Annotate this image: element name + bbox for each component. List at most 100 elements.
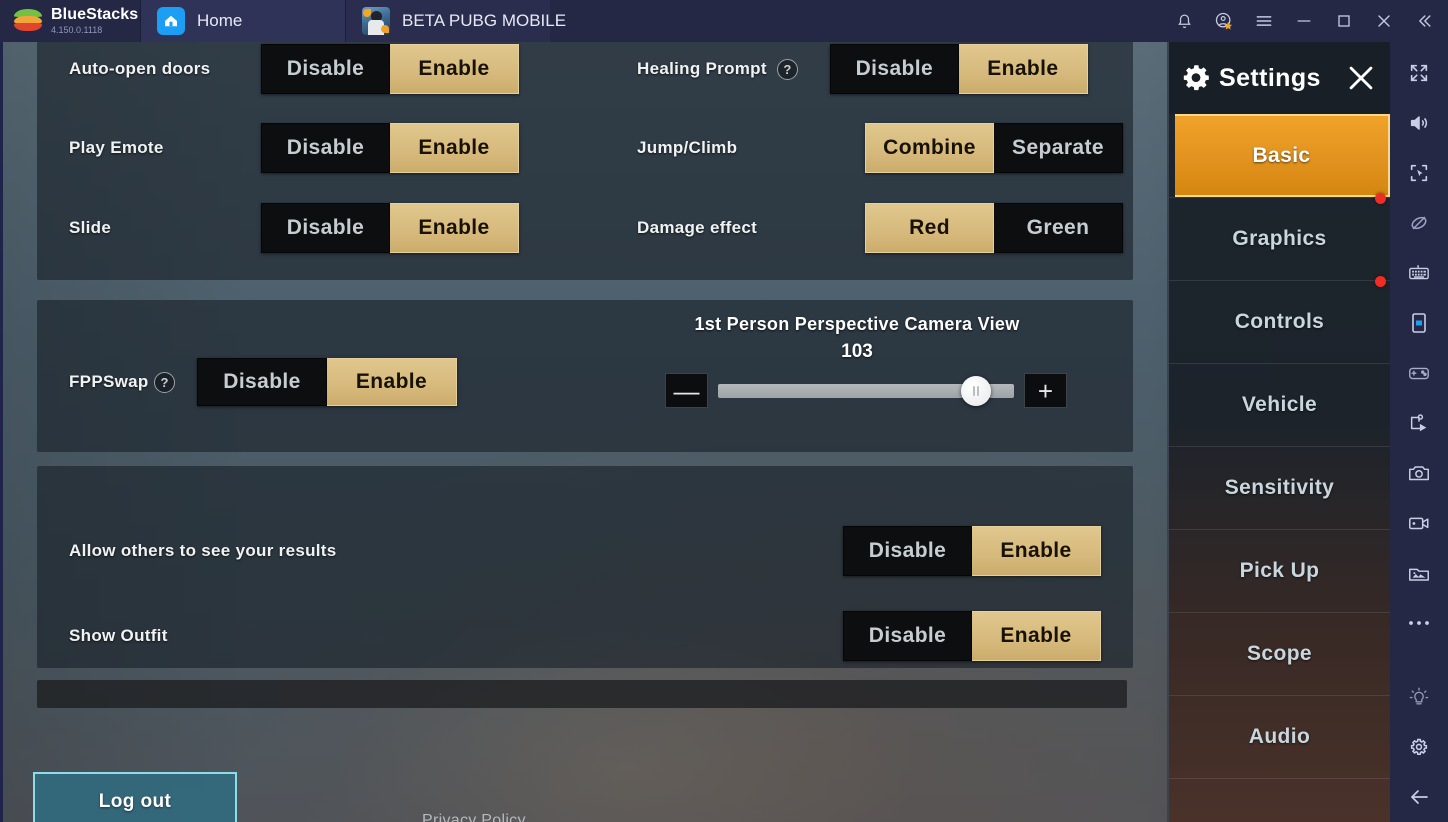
menu-item-graphics[interactable]: Graphics xyxy=(1169,193,1390,280)
row-label: Healing Prompt xyxy=(637,59,767,78)
logout-label: Log out xyxy=(98,791,172,812)
toggle-allow-others-see-results[interactable]: Disable Enable xyxy=(843,526,1101,576)
option-red[interactable]: Red xyxy=(865,203,994,253)
eye-off-icon[interactable] xyxy=(1390,198,1448,248)
brand-version: 4.150.0.1118 xyxy=(51,25,103,35)
tab-pubg-mobile[interactable]: BETA PUBG MOBILE xyxy=(345,0,566,42)
screenshot-icon[interactable] xyxy=(1390,448,1448,498)
pubg-app-icon xyxy=(362,7,390,35)
gear-icon[interactable] xyxy=(1390,722,1448,772)
minimize-icon[interactable] xyxy=(1284,0,1324,42)
menu-icon[interactable] xyxy=(1244,0,1284,42)
more-icon[interactable] xyxy=(1390,598,1448,648)
option-enable[interactable]: Enable xyxy=(972,611,1101,661)
toggle-healing-prompt[interactable]: Disable Enable xyxy=(829,44,1088,94)
option-disable[interactable]: Disable xyxy=(843,611,972,661)
back-arrow-icon[interactable] xyxy=(1390,772,1448,822)
fov-increase-button[interactable]: + xyxy=(1024,373,1067,408)
row-show-outfit: Show Outfit Disable Enable xyxy=(69,611,1101,661)
close-icon[interactable] xyxy=(1344,61,1378,95)
tab-home[interactable]: Home xyxy=(140,0,345,42)
macro-play-icon[interactable] xyxy=(1390,398,1448,448)
record-video-icon[interactable] xyxy=(1390,498,1448,548)
titlebar-spacer xyxy=(550,0,1164,42)
fpp-camera-view-slider-group: 1st Person Perspective Camera View 103 —… xyxy=(647,314,1067,408)
row-label: Allow others to see your results xyxy=(69,541,337,560)
toggle-play-emote[interactable]: Disable Enable xyxy=(261,123,519,173)
toggle-damage-effect[interactable]: Red Green xyxy=(865,203,1123,253)
maximize-icon[interactable] xyxy=(1324,0,1364,42)
keyboard-icon[interactable] xyxy=(1390,248,1448,298)
fov-slider-track[interactable] xyxy=(718,375,1014,406)
gamepad-icon[interactable] xyxy=(1390,348,1448,398)
menu-item-audio[interactable]: Audio xyxy=(1169,695,1390,778)
menu-item-sensitivity[interactable]: Sensitivity xyxy=(1169,446,1390,529)
row-damage-effect: Damage effect Red Green xyxy=(637,203,1123,253)
option-enable[interactable]: Enable xyxy=(972,526,1101,576)
tab-pubg-label: BETA PUBG MOBILE xyxy=(402,11,567,30)
privacy-settings-panel: Allow others to see your results Disable… xyxy=(37,466,1133,668)
option-disable[interactable]: Disable xyxy=(261,44,390,94)
option-combine[interactable]: Combine xyxy=(865,123,994,173)
fov-decrease-button[interactable]: — xyxy=(665,373,708,408)
toggle-auto-open-doors[interactable]: Disable Enable xyxy=(261,44,519,94)
row-allow-others-see-results: Allow others to see your results Disable… xyxy=(69,526,1101,576)
bluestacks-stack-icon xyxy=(14,9,42,33)
media-manager-icon[interactable] xyxy=(1390,548,1448,598)
toggle-fpp-swap[interactable]: Disable Enable xyxy=(197,358,457,406)
option-green[interactable]: Green xyxy=(994,203,1123,253)
menu-item-pick-up[interactable]: Pick Up xyxy=(1169,529,1390,612)
option-disable[interactable]: Disable xyxy=(829,44,959,94)
fov-slider-knob[interactable] xyxy=(960,375,991,406)
volume-icon[interactable] xyxy=(1390,98,1448,148)
mouse-lock-icon[interactable] xyxy=(1390,148,1448,198)
toggle-slide[interactable]: Disable Enable xyxy=(261,203,519,253)
option-enable[interactable]: Enable xyxy=(958,44,1088,94)
option-enable[interactable]: Enable xyxy=(390,44,519,94)
toggle-show-outfit[interactable]: Disable Enable xyxy=(843,611,1101,661)
option-separate[interactable]: Separate xyxy=(994,123,1123,173)
help-icon[interactable]: ? xyxy=(154,371,175,393)
brand-name: BlueStacks xyxy=(51,6,139,23)
privacy-policy-link[interactable]: Privacy Policy xyxy=(422,812,526,822)
row-label: Slide xyxy=(69,218,112,237)
menu-item-controls[interactable]: Controls xyxy=(1169,276,1390,363)
collapse-icon[interactable] xyxy=(1404,0,1444,42)
points-icon[interactable] xyxy=(1204,0,1244,42)
fpp-camera-view-title: 1st Person Perspective Camera View xyxy=(694,314,1020,334)
menu-item-scope[interactable]: Scope xyxy=(1169,612,1390,695)
option-disable[interactable]: Disable xyxy=(843,526,972,576)
notifications-icon[interactable] xyxy=(1164,0,1204,42)
home-icon xyxy=(157,7,185,35)
menu-item-label: Graphics xyxy=(1232,227,1327,250)
option-disable[interactable]: Disable xyxy=(197,358,327,406)
menu-item-label: Sensitivity xyxy=(1224,476,1335,499)
menu-item-basic[interactable]: Basic xyxy=(1175,114,1390,197)
menu-item-label: Vehicle xyxy=(1241,393,1318,416)
close-icon[interactable] xyxy=(1364,0,1404,42)
gear-icon xyxy=(1179,61,1213,95)
rotate-device-icon[interactable] xyxy=(1390,298,1448,348)
fov-increase-label: + xyxy=(1037,375,1054,406)
option-disable[interactable]: Disable xyxy=(261,203,390,253)
help-icon[interactable]: ? xyxy=(776,58,798,80)
settings-header: Settings xyxy=(1169,42,1390,114)
game-viewport: Auto-open doors Disable Enable Play Emot… xyxy=(0,42,1390,822)
menu-item-vehicle[interactable]: Vehicle xyxy=(1169,363,1390,446)
footer-bar xyxy=(37,680,1127,708)
badge-dot xyxy=(1375,276,1386,287)
fpp-settings-panel: FPPSwap ? Disable Enable 1st Person Pers… xyxy=(37,300,1133,452)
brightness-icon[interactable] xyxy=(1390,672,1448,722)
option-enable[interactable]: Enable xyxy=(390,123,519,173)
menu-item-next[interactable] xyxy=(1169,778,1390,822)
row-label: Play Emote xyxy=(69,138,164,157)
menu-item-label: Basic xyxy=(1252,143,1311,167)
option-enable[interactable]: Enable xyxy=(390,203,519,253)
bluestacks-sidebar-toolbar xyxy=(1390,42,1448,822)
toggle-jump-climb[interactable]: Combine Separate xyxy=(865,123,1123,173)
fullscreen-icon[interactable] xyxy=(1390,48,1448,98)
option-enable[interactable]: Enable xyxy=(327,358,457,406)
logout-button[interactable]: Log out xyxy=(33,772,237,822)
option-disable[interactable]: Disable xyxy=(261,123,390,173)
row-healing-prompt: Healing Prompt ? Disable Enable xyxy=(637,44,1088,94)
